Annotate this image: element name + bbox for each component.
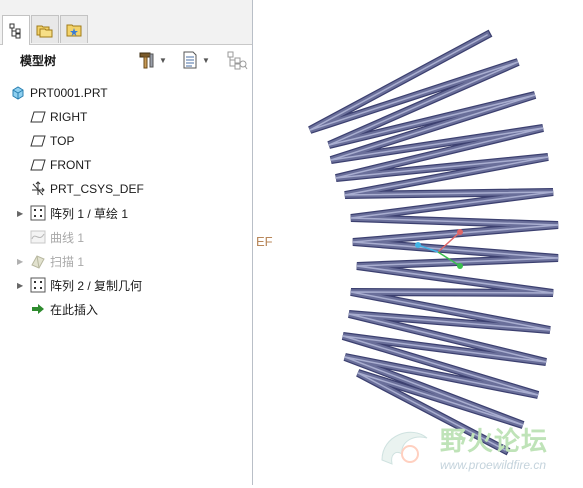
model-tree-panel: 模型树 ▼ ▼ PRT0001.PRT RIGHT TOP FRONT PRT_… bbox=[0, 0, 253, 485]
triad-y-axis-tip bbox=[457, 263, 463, 269]
tab-favorites[interactable] bbox=[60, 15, 88, 43]
expand-arrow-icon[interactable]: ▶ bbox=[17, 281, 25, 290]
tree-root-label: PRT0001.PRT bbox=[30, 86, 108, 100]
chevron-down-icon: ▼ bbox=[159, 55, 167, 65]
curve-icon bbox=[30, 229, 46, 245]
watermark-url: www.proewildfire.cn bbox=[440, 458, 547, 472]
insert-here-arrow-icon bbox=[30, 301, 46, 317]
filter-button[interactable] bbox=[226, 50, 248, 70]
tree-item-label: TOP bbox=[50, 134, 75, 148]
tree-item-sweep-1[interactable]: ▶ 扫描 1 bbox=[17, 250, 85, 272]
watermark-bird-icon bbox=[381, 431, 428, 465]
tree-item-label: 扫描 1 bbox=[50, 254, 85, 269]
tree-item-label: PRT_CSYS_DEF bbox=[50, 182, 144, 196]
pattern-icon bbox=[30, 277, 46, 293]
chevron-down-icon: ▼ bbox=[202, 55, 210, 65]
datum-plane-icon bbox=[30, 157, 46, 173]
tree-filter-icon bbox=[227, 51, 248, 70]
datum-plane-icon bbox=[30, 109, 46, 125]
list-show-icon bbox=[183, 51, 197, 69]
tree-item-label: FRONT bbox=[50, 158, 92, 172]
hammer-settings-icon bbox=[139, 52, 154, 69]
favorites-tab-icon bbox=[66, 24, 82, 36]
tree-root-part[interactable]: PRT0001.PRT bbox=[10, 82, 108, 104]
tab-folder-browser[interactable] bbox=[31, 15, 59, 43]
tree-item-top[interactable]: TOP bbox=[30, 130, 74, 152]
sweep-icon bbox=[30, 253, 46, 269]
tree-item-csys[interactable]: PRT_CSYS_DEF bbox=[30, 178, 144, 200]
tab-model-tree[interactable] bbox=[2, 15, 30, 45]
settings-dropdown-button[interactable]: ▼ bbox=[137, 50, 167, 70]
model-tree-title: 模型树 bbox=[20, 54, 57, 68]
triad-x-axis-tip bbox=[457, 229, 463, 235]
datum-label: EF bbox=[256, 234, 273, 249]
show-dropdown-button[interactable]: ▼ bbox=[182, 50, 210, 70]
datum-plane-icon bbox=[30, 133, 46, 149]
coordinate-system-icon bbox=[30, 181, 46, 197]
model-tree-header: 模型树 ▼ ▼ bbox=[0, 46, 252, 74]
sweep-model-render bbox=[308, 29, 559, 456]
tree-item-label: 在此插入 bbox=[50, 302, 99, 317]
pattern-icon bbox=[30, 205, 46, 221]
expand-arrow-icon[interactable]: ▶ bbox=[17, 257, 25, 266]
model-tree-tab-icon bbox=[9, 23, 21, 38]
tree-item-label: 阵列 1 / 草绘 1 bbox=[50, 206, 129, 221]
part-icon bbox=[10, 85, 26, 101]
tree-item-label: RIGHT bbox=[50, 110, 88, 124]
graphics-viewport[interactable] bbox=[253, 0, 583, 485]
folder-browser-tab-icon bbox=[36, 25, 53, 37]
triad-z-axis-tip bbox=[415, 242, 421, 248]
tree-item-insert-here[interactable]: 在此插入 bbox=[30, 298, 98, 320]
navigator-tabs bbox=[0, 0, 252, 45]
tree-item-right[interactable]: RIGHT bbox=[30, 106, 87, 128]
tree-item-curve-1[interactable]: 曲线 1 bbox=[30, 226, 84, 248]
watermark-text: 野火论坛 bbox=[440, 427, 549, 457]
tree-item-pattern-1[interactable]: ▶ 阵列 1 / 草绘 1 bbox=[17, 202, 129, 224]
tree-item-front[interactable]: FRONT bbox=[30, 154, 91, 176]
tree-item-label: 曲线 1 bbox=[50, 230, 85, 245]
tree-item-pattern-2[interactable]: ▶ 阵列 2 / 复制几何 bbox=[17, 274, 143, 296]
tree-item-label: 阵列 2 / 复制几何 bbox=[50, 278, 143, 293]
expand-arrow-icon[interactable]: ▶ bbox=[17, 209, 25, 218]
